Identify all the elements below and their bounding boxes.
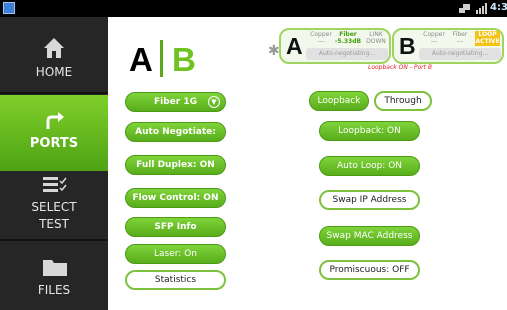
port-a-status-card: A Copper --- Fiber -5.33dB LINK DOWN Aut… (279, 28, 391, 64)
bluetooth-icon: ✱ (268, 43, 280, 59)
sidebar-item-files[interactable]: FILES (0, 241, 108, 310)
port-divider (160, 40, 163, 77)
laser-button[interactable]: Laser: On (125, 244, 226, 264)
clock: 4:3 (490, 2, 507, 13)
sidebar-item-select-test[interactable]: SELECT TEST (0, 171, 108, 239)
link-status: LOOP ACTIVE (475, 31, 500, 46)
sidebar-item-label: PORTS (29, 136, 79, 151)
sidebar-item-label: HOME (35, 65, 73, 79)
sidebar-item-home[interactable]: HOME (0, 17, 108, 92)
select-test-icon (43, 177, 67, 192)
negotiation-status: Auto-negotiating... (306, 48, 388, 60)
tab-through[interactable]: Through (374, 91, 432, 111)
fiber-status: Fiber -5.33dB (334, 31, 362, 45)
port-b-selector[interactable]: B (172, 41, 196, 79)
signal-icon (476, 3, 487, 14)
fiber-mode-value: Fiber 1G (153, 97, 197, 107)
copper-status: Copper --- (423, 31, 445, 45)
sidebar-item-label: FILES (37, 283, 71, 297)
negotiation-status: Auto-negotiating... (419, 48, 501, 60)
port-status-message: Loopback ON - Port B (368, 64, 432, 71)
fiber-mode-dropdown[interactable]: Fiber 1G ▼ (125, 92, 226, 112)
port-b-status-card: B Copper --- Fiber --- LOOP ACTIVE Auto-… (392, 28, 504, 64)
sidebar-item-label: TEST (39, 217, 69, 231)
auto-negotiate-button[interactable]: Auto Negotiate: ON (125, 122, 226, 156)
loopback-button[interactable]: Loopback: ON (319, 121, 420, 141)
card-letter: B (399, 33, 416, 59)
sidebar-item-ports[interactable]: PORTS (0, 95, 108, 171)
full-duplex-button[interactable]: Full Duplex: ON (125, 155, 226, 175)
wifi-icon (459, 4, 470, 13)
port-a-selector[interactable]: A (129, 41, 153, 79)
ports-icon (46, 112, 64, 129)
promiscuous-button[interactable]: Promiscuous: OFF (319, 260, 420, 280)
link-status: LINK DOWN (366, 31, 386, 45)
status-bar: 4:3 (0, 0, 507, 17)
flow-control-button[interactable]: Flow Control: ON (125, 188, 226, 208)
swap-ip-button[interactable]: Swap IP Address (319, 190, 420, 210)
sidebar-divider (0, 92, 108, 94)
chevron-down-icon: ▼ (208, 96, 220, 108)
auto-loop-button[interactable]: Auto Loop: ON (319, 156, 420, 176)
statistics-button[interactable]: Statistics (125, 270, 226, 290)
fiber-status: Fiber --- (452, 31, 468, 45)
copper-status: Copper --- (310, 31, 332, 45)
swap-mac-button[interactable]: Swap MAC Address (319, 226, 420, 246)
card-letter: A (286, 33, 303, 59)
app-icon (3, 2, 15, 14)
tab-loopback[interactable]: Loopback (309, 91, 369, 111)
sidebar-item-label: SELECT (31, 200, 77, 214)
sfp-info-button[interactable]: SFP Info (125, 217, 226, 237)
home-icon (44, 38, 64, 58)
folder-icon (43, 260, 67, 276)
